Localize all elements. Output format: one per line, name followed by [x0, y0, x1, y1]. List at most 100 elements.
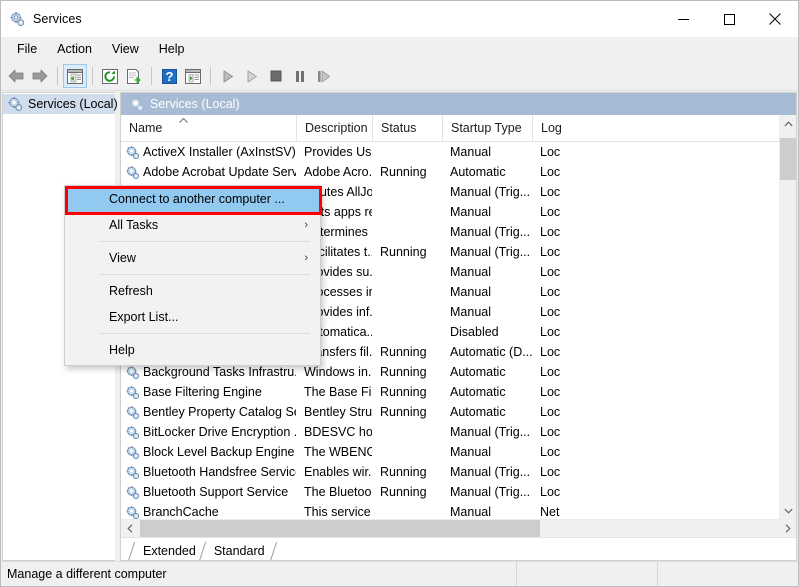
service-startup-type-cell: Automatic: [442, 362, 532, 382]
scroll-right-icon[interactable]: [779, 520, 796, 537]
tab-extended[interactable]: Extended: [129, 542, 206, 560]
service-status-cell: Running: [372, 342, 442, 362]
sidebar-item-services-local[interactable]: Services (Local): [3, 94, 115, 114]
horizontal-scroll-track[interactable]: [138, 520, 779, 537]
column-header-description[interactable]: Description: [296, 115, 372, 141]
vertical-scrollbar[interactable]: [779, 115, 796, 519]
maximize-icon[interactable]: [706, 1, 752, 37]
context-menu-item-label: Export List...: [109, 310, 178, 324]
service-name-cell: BitLocker Drive Encryption ...: [121, 422, 296, 442]
table-row[interactable]: Bentley Property Catalog Se...Bentley St…: [121, 402, 779, 422]
service-logon-cell: Loc: [532, 462, 562, 482]
export-list-icon[interactable]: [122, 64, 146, 88]
vertical-scroll-thumb[interactable]: [780, 138, 797, 180]
context-menu-item-export-list[interactable]: Export List...: [65, 304, 320, 330]
service-logon-cell: Net: [532, 502, 562, 519]
column-header-startup-type[interactable]: Startup Type: [442, 115, 532, 141]
start-service-icon[interactable]: [216, 64, 240, 88]
resume-service-icon[interactable]: [240, 64, 264, 88]
service-logon-cell: Loc: [532, 402, 562, 422]
column-header-logon[interactable]: Log: [532, 115, 562, 141]
context-menu-separator: [99, 274, 310, 275]
toolbar-separator: [210, 67, 211, 85]
service-logon-cell: Loc: [532, 202, 562, 222]
services-window: Services File Action View Help: [0, 0, 799, 587]
service-name-label: BitLocker Drive Encryption ...: [143, 422, 296, 442]
scroll-up-icon[interactable]: [780, 115, 797, 132]
action-context-menu: Connect to another computer ...All Tasks…: [64, 185, 321, 366]
table-row[interactable]: Block Level Backup Engine ...The WBENG..…: [121, 442, 779, 462]
pause-service-icon[interactable]: [288, 64, 312, 88]
service-gear-icon: [125, 485, 140, 500]
properties-icon[interactable]: [181, 64, 205, 88]
tab-standard[interactable]: Standard: [200, 542, 275, 560]
list-pane-header: Services (Local): [121, 93, 796, 115]
service-startup-type-cell: Disabled: [442, 322, 532, 342]
scroll-left-icon[interactable]: [121, 520, 138, 537]
service-gear-icon: [125, 365, 140, 380]
service-startup-type-cell: Manual (Trig...: [442, 462, 532, 482]
horizontal-scroll-thumb[interactable]: [140, 520, 540, 537]
content-area: Services (Local) Services (Local): [1, 91, 798, 561]
service-startup-type-cell: Manual: [442, 262, 532, 282]
service-logon-cell: Loc: [532, 442, 562, 462]
table-row[interactable]: Bluetooth Handsfree ServiceEnables wir..…: [121, 462, 779, 482]
service-startup-type-cell: Manual: [442, 142, 532, 162]
menubar-file[interactable]: File: [7, 39, 47, 60]
forward-icon[interactable]: [28, 64, 52, 88]
service-name-cell: ActiveX Installer (AxInstSV): [121, 142, 296, 162]
context-menu-item-label: View: [109, 251, 136, 265]
minimize-icon[interactable]: [660, 1, 706, 37]
context-menu-item-connect-to-another-computer[interactable]: Connect to another computer ...: [65, 186, 320, 212]
help-icon[interactable]: ?: [157, 64, 181, 88]
horizontal-scrollbar[interactable]: [121, 519, 796, 537]
menubar-help[interactable]: Help: [149, 39, 195, 60]
context-menu-item-all-tasks[interactable]: All Tasks›: [65, 212, 320, 238]
table-row[interactable]: Base Filtering EngineThe Base Fil...Runn…: [121, 382, 779, 402]
close-icon[interactable]: [752, 1, 798, 37]
context-menu-item-label: Refresh: [109, 284, 153, 298]
table-row[interactable]: Adobe Acrobat Update Serv...Adobe Acro..…: [121, 162, 779, 182]
toolbar-separator: [57, 67, 58, 85]
back-icon[interactable]: [4, 64, 28, 88]
column-header-name[interactable]: Name: [121, 115, 296, 141]
table-row[interactable]: Bluetooth Support ServiceThe Bluetoo...R…: [121, 482, 779, 502]
service-startup-type-cell: Automatic: [442, 382, 532, 402]
restart-service-icon[interactable]: [312, 64, 336, 88]
menubar-action[interactable]: Action: [47, 39, 102, 60]
menubar-view[interactable]: View: [102, 39, 149, 60]
service-logon-cell: Loc: [532, 362, 562, 382]
context-menu-items: Connect to another computer ...All Tasks…: [65, 186, 320, 363]
service-logon-cell: Loc: [532, 242, 562, 262]
table-row[interactable]: BranchCacheThis service ...ManualNet: [121, 502, 779, 519]
service-gear-icon: [125, 385, 140, 400]
context-menu-item-help[interactable]: Help: [65, 337, 320, 363]
service-name-cell: Adobe Acrobat Update Serv...: [121, 162, 296, 182]
service-name-label: Adobe Acrobat Update Serv...: [143, 162, 296, 182]
service-startup-type-cell: Manual: [442, 202, 532, 222]
table-row[interactable]: ActiveX Installer (AxInstSV)Provides Us.…: [121, 142, 779, 162]
service-logon-cell: Loc: [532, 222, 562, 242]
status-text: Manage a different computer: [1, 567, 516, 581]
view-tabs: Extended Standard: [121, 537, 796, 560]
context-menu-item-label: All Tasks: [109, 218, 158, 232]
table-row[interactable]: BitLocker Drive Encryption ...BDESVC hos…: [121, 422, 779, 442]
stop-service-icon[interactable]: [264, 64, 288, 88]
service-status-cell: Running: [372, 462, 442, 482]
show-hide-tree-icon[interactable]: [63, 64, 87, 88]
service-gear-icon: [125, 465, 140, 480]
service-logon-cell: Loc: [532, 422, 562, 442]
scroll-down-icon[interactable]: [780, 502, 797, 519]
service-startup-type-cell: Manual: [442, 442, 532, 462]
column-header-status[interactable]: Status: [372, 115, 442, 141]
service-status-cell: Running: [372, 242, 442, 262]
service-name-cell: Bluetooth Support Service: [121, 482, 296, 502]
svg-text:?: ?: [165, 69, 173, 84]
context-menu-item-view[interactable]: View›: [65, 245, 320, 271]
context-menu-item-refresh[interactable]: Refresh: [65, 278, 320, 304]
vertical-scroll-track[interactable]: [780, 132, 797, 502]
service-description-cell: Enables wir...: [296, 462, 372, 482]
service-logon-cell: Loc: [532, 262, 562, 282]
service-status-cell: Running: [372, 482, 442, 502]
refresh-icon[interactable]: [98, 64, 122, 88]
